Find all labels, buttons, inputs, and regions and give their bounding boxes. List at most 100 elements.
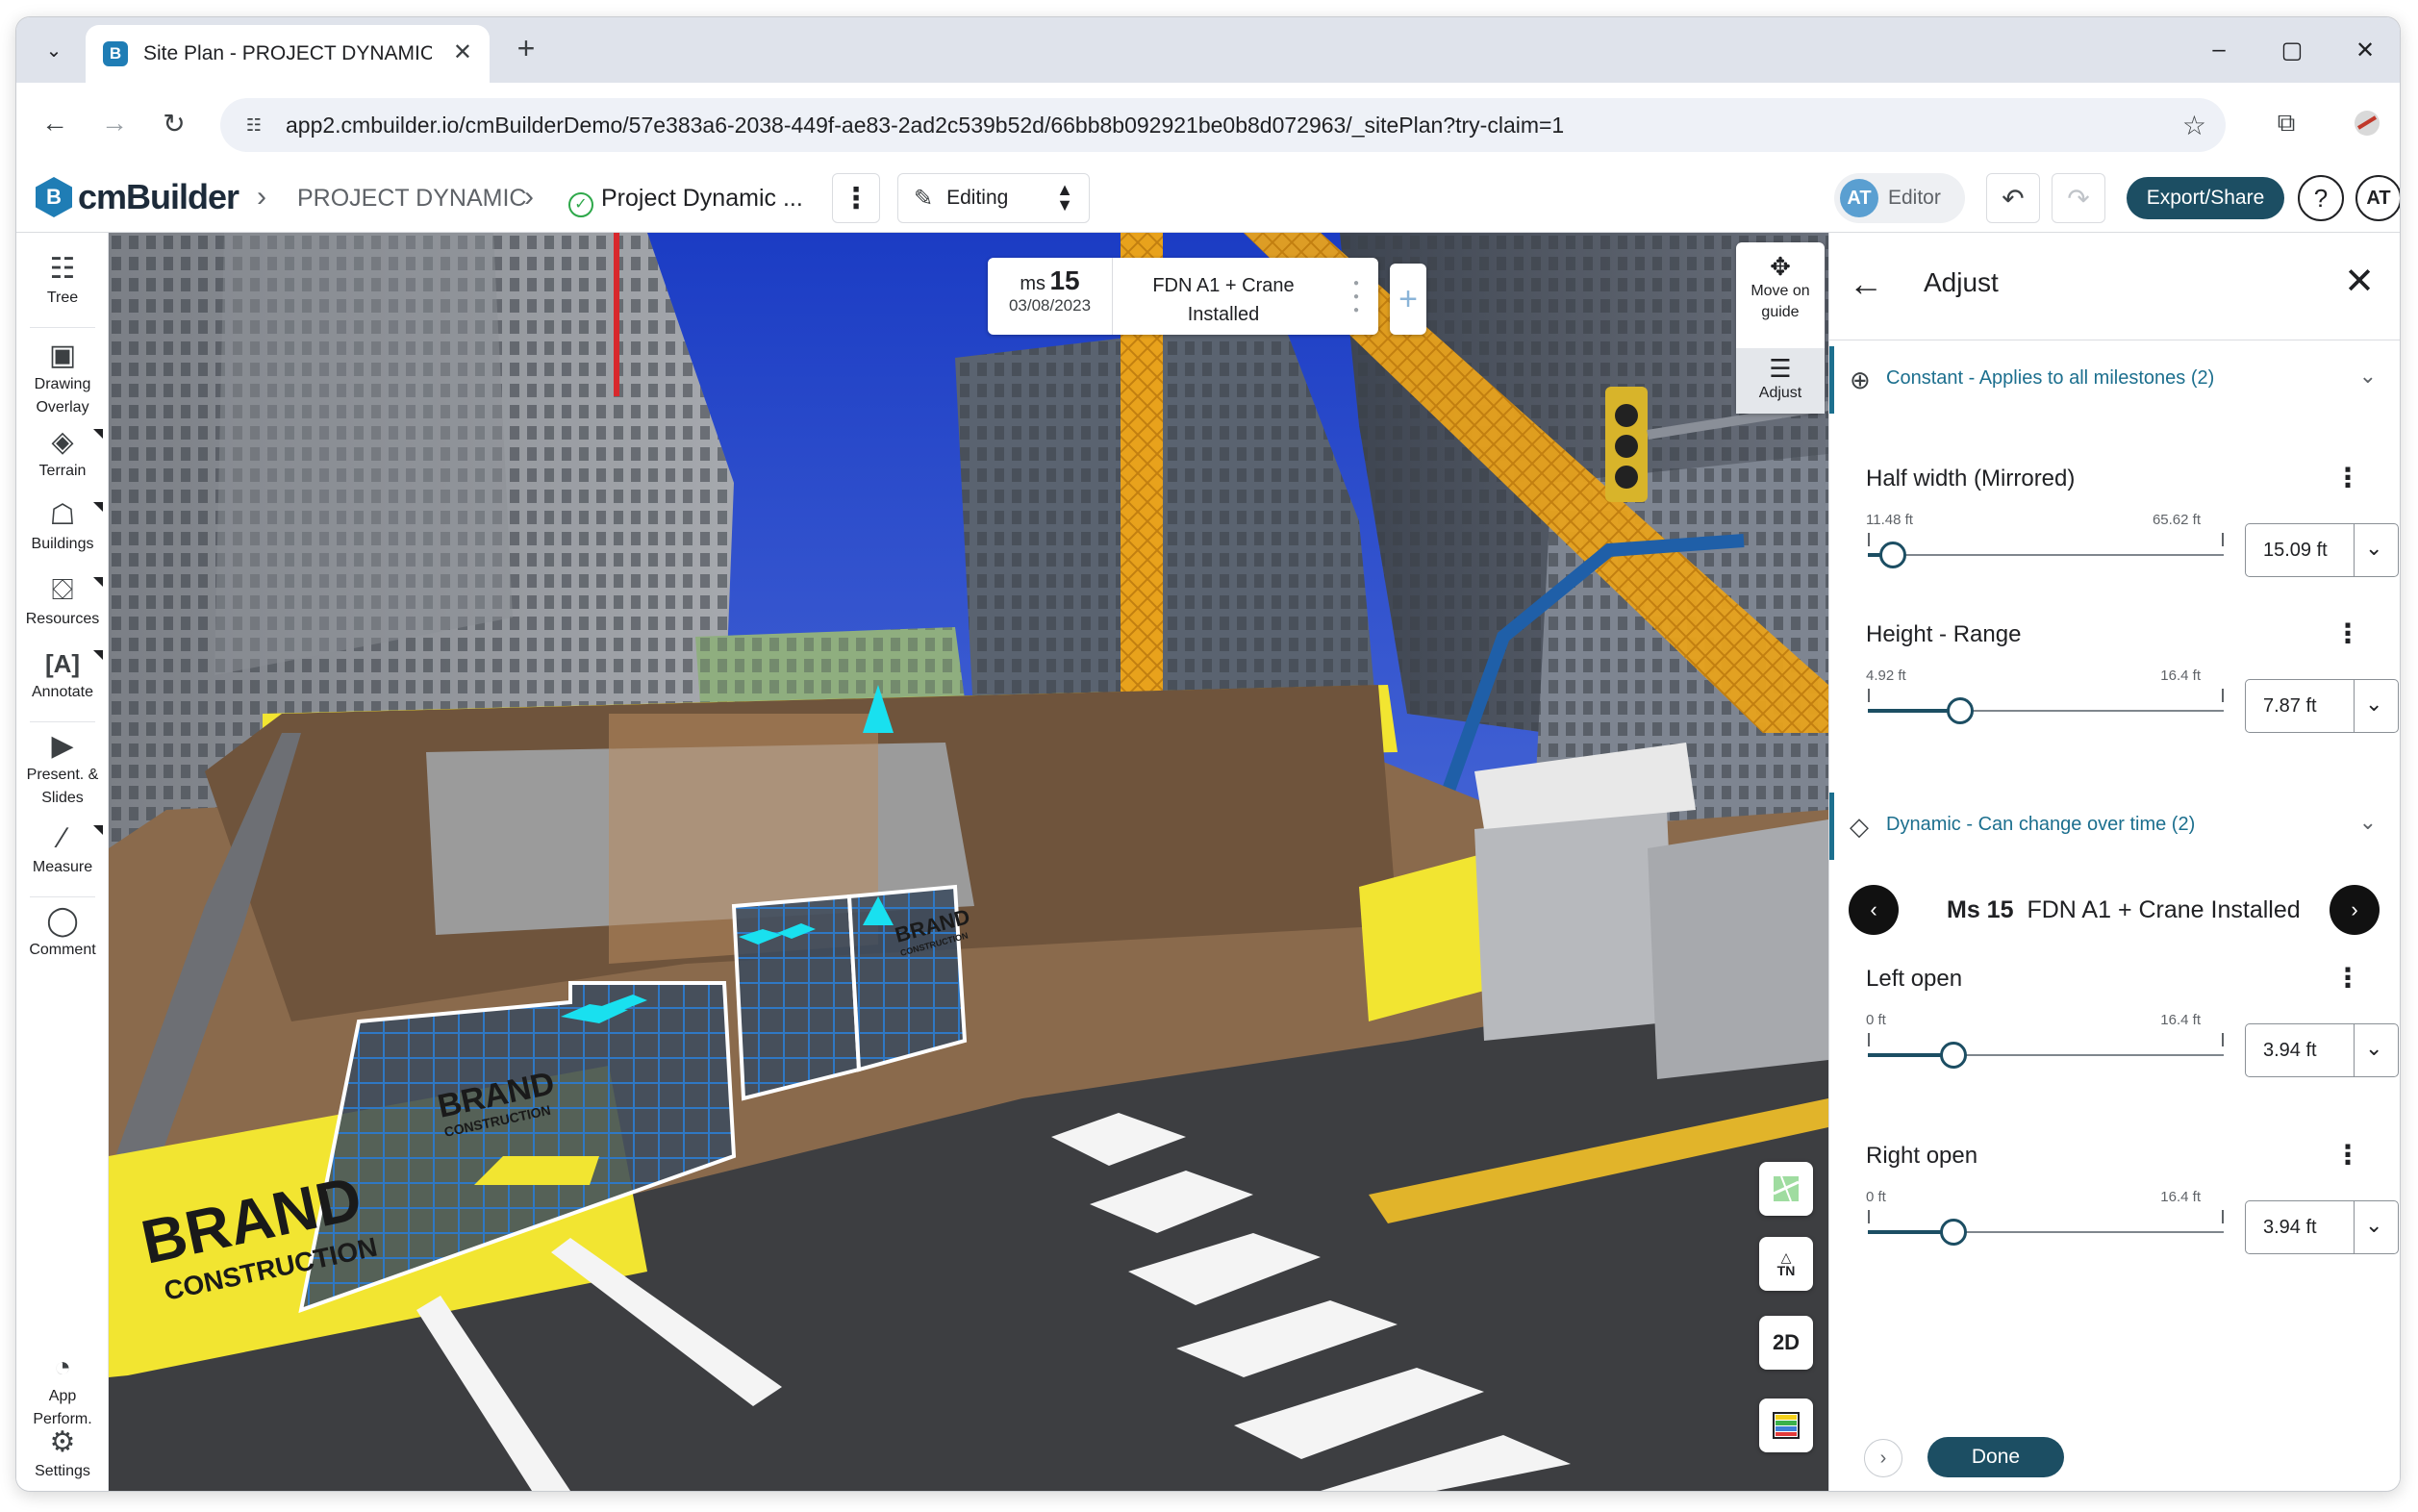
slider-thumb[interactable] [1939, 1042, 1967, 1069]
move-on-guide-button[interactable]: ✥ Move on guide [1736, 252, 1825, 323]
tool-buildings[interactable]: ☖ Buildings [16, 498, 109, 556]
milestone-number: 15 [1049, 265, 1080, 295]
back-arrow-icon[interactable]: ← [1849, 264, 1883, 304]
maximize-icon[interactable]: ▢ [2265, 31, 2319, 69]
milestone-drag-handle-icon[interactable]: ● ● ● [1353, 277, 1363, 317]
true-north-label: TN [1776, 1263, 1796, 1278]
cmbuilder-logo[interactable]: B cmBuilder [36, 177, 239, 217]
tool-settings[interactable]: ⚙ Settings [16, 1425, 109, 1483]
slider-tick [2222, 1210, 2224, 1223]
tool-resources[interactable]: ⛋ Resources [16, 573, 109, 631]
previous-milestone-button[interactable]: ‹ [1849, 885, 1899, 935]
3d-viewport[interactable]: BRAND CONSTRUCTION BRAND CONSTRUCTION BR… [109, 233, 1828, 1491]
done-button[interactable]: Done [1927, 1437, 2064, 1477]
divider [2354, 524, 2355, 576]
map-layer-button[interactable] [1759, 1162, 1813, 1216]
dynamic-section-header[interactable]: ◇ Dynamic - Can change over time (2) ⌄ [1829, 793, 2400, 860]
tool-label: Resources [25, 611, 100, 627]
slider-thumb[interactable] [1947, 697, 1975, 724]
undo-button[interactable]: ↶ [1986, 173, 2040, 223]
slider-thumb[interactable] [1939, 1219, 1967, 1246]
mode-label: Editing [946, 187, 1009, 209]
browser-tab-active[interactable]: B Site Plan - PROJECT DYNAMIC ✕ [86, 25, 490, 83]
slider-track[interactable] [1868, 554, 2224, 556]
milestone-prefix: ms [1020, 273, 1046, 294]
color-legend-button[interactable] [1759, 1399, 1813, 1452]
slider-tick [1868, 533, 1870, 546]
expand-button[interactable]: › [1864, 1439, 1902, 1477]
add-milestone-button[interactable]: + [1390, 264, 1426, 335]
milestone-navigator: ‹ Ms 15 FDN A1 + Crane Installed › [1829, 875, 2400, 943]
next-milestone-button[interactable]: › [2330, 885, 2380, 935]
address-bar[interactable]: ☷ app2.cmbuilder.io/cmBuilderDemo/57e383… [220, 98, 2226, 152]
logo-text: cmBuilder [78, 177, 239, 216]
mode-select[interactable]: ✎ Editing ▲ ▼ [897, 173, 1090, 223]
tool-label: Present. & Slides [26, 767, 99, 806]
milestone-card[interactable]: ms 15 03/08/2023 FDN A1 + Crane Installe… [988, 258, 1378, 335]
close-window-icon[interactable]: ✕ [2338, 31, 2392, 69]
constant-section-header[interactable]: ⊕ Constant - Applies to all milestones (… [1829, 346, 2400, 414]
site-info-icon[interactable]: ☷ [238, 109, 270, 141]
tool-terrain[interactable]: ◈ Terrain [16, 425, 109, 483]
object-tools: ✥ Move on guide ☰ Adjust [1736, 242, 1825, 414]
back-arrow-icon[interactable]: ← [36, 104, 74, 142]
extensions-icon[interactable]: ⧉ [2267, 104, 2305, 142]
value-text: 3.94 ft [2263, 1217, 2317, 1238]
tab-close-icon[interactable]: ✕ [453, 38, 472, 66]
breadcrumb-project[interactable]: PROJECT DYNAMIC [297, 185, 526, 213]
redo-button[interactable]: ↷ [2052, 173, 2105, 223]
tool-app-performance[interactable]: ◔ App Perform. [16, 1350, 109, 1431]
tool-comment[interactable]: ◯ Comment [16, 904, 109, 962]
value-dropdown[interactable]: 3.94 ft ⌄ [2245, 1023, 2399, 1077]
user-menu-button[interactable]: AT [2355, 175, 2400, 221]
kebab-icon[interactable]: ⋮ [2334, 617, 2361, 649]
tool-drawing-overlay[interactable]: ▣ Drawing Overlay [16, 339, 109, 419]
chevron-left-icon: ‹ [1870, 897, 1877, 921]
breadcrumb-plan[interactable]: ✓ Project Dynamic ... [568, 185, 803, 217]
adjust-button[interactable]: ☰ Adjust [1736, 348, 1825, 414]
tool-measure[interactable]: ∕ Measure [16, 821, 109, 879]
view-2d-button[interactable]: 2D [1759, 1316, 1813, 1370]
value-dropdown[interactable]: 15.09 ft ⌄ [2245, 523, 2399, 577]
minimize-icon[interactable]: – [2192, 31, 2246, 69]
forward-arrow-icon[interactable]: → [95, 104, 134, 142]
url-text[interactable]: app2.cmbuilder.io/cmBuilderDemo/57e383a6… [286, 113, 1564, 139]
tool-label: Annotate [31, 684, 94, 700]
reload-icon[interactable]: ↻ [155, 104, 193, 142]
tool-annotate[interactable]: [A] Annotate [16, 646, 109, 704]
value-dropdown[interactable]: 7.87 ft ⌄ [2245, 679, 2399, 733]
chevron-down-icon: ⌄ [2365, 1036, 2383, 1060]
kebab-icon[interactable]: ⋮ [2334, 1139, 2361, 1171]
slider-tick [2222, 533, 2224, 546]
true-north-button[interactable]: △ TN [1759, 1237, 1813, 1291]
chevron-down-icon: ⌄ [2365, 692, 2383, 716]
slider-tick [2222, 689, 2224, 702]
milestone-name-line2: Installed [1187, 304, 1260, 325]
bookmark-star-icon[interactable]: ☆ [2182, 110, 2206, 141]
export-share-button[interactable]: Export/Share [2127, 177, 2284, 219]
dynamic-section-label: Dynamic - Can change over time (2) [1886, 814, 2196, 835]
divider [2354, 1201, 2355, 1253]
help-button[interactable]: ? [2298, 175, 2344, 221]
kebab-icon[interactable]: ⋮ [2334, 962, 2361, 994]
chevron-right-icon: › [2351, 897, 2358, 921]
tool-presentation[interactable]: ▶ Present. & Slides [16, 729, 109, 810]
tool-tree[interactable]: ☷ Tree [16, 252, 109, 310]
north-arrow-icon: △ [1780, 1249, 1792, 1265]
plan-menu-button[interactable]: ⋮ [832, 173, 880, 223]
diamond-icon: ◇ [1850, 812, 1869, 841]
map-icon [1773, 1175, 1800, 1202]
updown-icon: ▲ ▼ [1056, 180, 1073, 214]
profile-icon[interactable] [2348, 104, 2386, 142]
slider-max: 65.62 ft [2152, 512, 2201, 528]
kebab-icon[interactable]: ⋮ [2334, 462, 2361, 493]
close-icon[interactable]: ✕ [2344, 260, 2375, 303]
tool-label: Tree [46, 290, 79, 306]
role-badge[interactable]: AT Editor [1834, 173, 1965, 223]
slider-thumb[interactable] [1878, 542, 1906, 568]
panel-title: Adjust [1924, 267, 1999, 297]
value-dropdown[interactable]: 3.94 ft ⌄ [2245, 1200, 2399, 1254]
new-tab-icon[interactable]: + [507, 31, 545, 66]
tab-search-button[interactable]: ⌄ [34, 31, 74, 69]
undo-icon: ↶ [2002, 183, 2025, 214]
